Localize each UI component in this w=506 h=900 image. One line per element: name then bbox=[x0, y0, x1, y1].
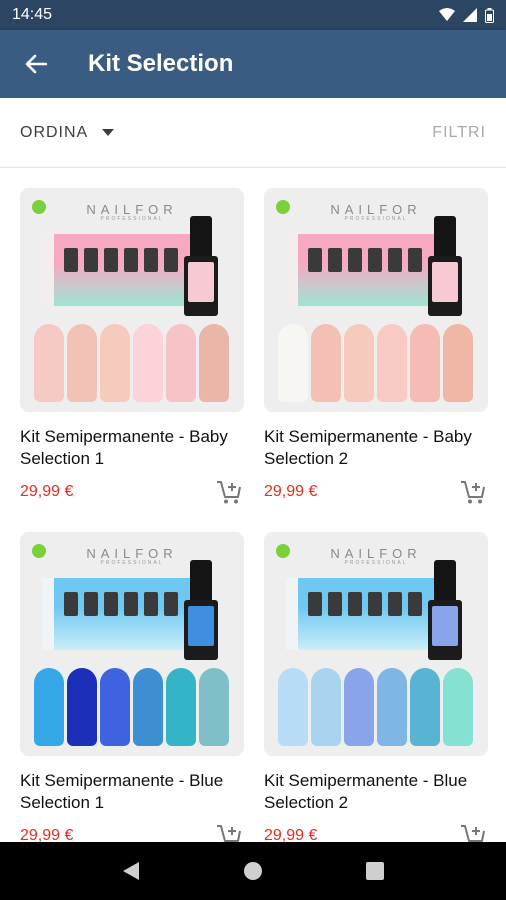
product-image[interactable]: NAILFOR PROFESSIONAL bbox=[264, 188, 488, 412]
status-icons bbox=[439, 7, 494, 23]
nail-swatches bbox=[34, 324, 229, 402]
polish-bottle bbox=[428, 560, 462, 660]
home-circle-icon[interactable] bbox=[243, 861, 263, 881]
add-shopping-cart-icon bbox=[217, 481, 241, 504]
product-price: 29,99 € bbox=[264, 483, 318, 500]
back-triangle-icon[interactable] bbox=[122, 861, 140, 881]
product-card[interactable]: NAILFOR PROFESSIONAL Kit Semipermanente … bbox=[20, 532, 244, 842]
product-name[interactable]: Kit Semipermanente - Baby Selection 1 bbox=[20, 426, 244, 470]
product-image[interactable]: NAILFOR PROFESSIONAL bbox=[20, 188, 244, 412]
product-price: 29,99 € bbox=[20, 827, 74, 842]
add-to-cart-button[interactable] bbox=[458, 478, 488, 506]
add-shopping-cart-icon bbox=[461, 825, 485, 842]
add-shopping-cart-icon bbox=[217, 825, 241, 842]
polish-bottle bbox=[428, 216, 462, 316]
product-grid: NAILFOR PROFESSIONAL Kit Semipermanente … bbox=[0, 168, 506, 842]
status-bar: 14:45 bbox=[0, 0, 506, 30]
image-brand-logo: NAILFOR bbox=[330, 546, 422, 561]
product-name[interactable]: Kit Semipermanente - Baby Selection 2 bbox=[264, 426, 488, 470]
page-title: Kit Selection bbox=[88, 50, 234, 77]
signal-icon bbox=[463, 8, 477, 22]
nail-swatches bbox=[278, 324, 473, 402]
sort-label: ORDINA bbox=[20, 123, 89, 141]
product-image[interactable]: NAILFOR PROFESSIONAL bbox=[20, 532, 244, 756]
product-card[interactable]: NAILFOR PROFESSIONAL Kit Semipermanente … bbox=[264, 188, 488, 506]
add-to-cart-button[interactable] bbox=[214, 478, 244, 506]
product-price: 29,99 € bbox=[264, 827, 318, 842]
status-time: 14:45 bbox=[12, 6, 53, 23]
wifi-icon bbox=[439, 8, 455, 21]
arrow-back-icon bbox=[25, 54, 47, 74]
caret-down-icon bbox=[102, 129, 115, 136]
product-price: 29,99 € bbox=[20, 483, 74, 500]
sort-filter-bar: ORDINA FILTRI bbox=[0, 98, 506, 168]
battery-icon bbox=[485, 7, 494, 23]
product-image[interactable]: NAILFOR PROFESSIONAL bbox=[264, 532, 488, 756]
image-brand-logo: NAILFOR bbox=[86, 546, 178, 561]
add-to-cart-button[interactable] bbox=[214, 822, 244, 842]
add-to-cart-button[interactable] bbox=[458, 822, 488, 842]
polish-bottle bbox=[184, 216, 218, 316]
product-card[interactable]: NAILFOR PROFESSIONAL Kit Semipermanente … bbox=[20, 188, 244, 506]
app-bar: Kit Selection bbox=[0, 30, 506, 98]
image-brand-logo: NAILFOR bbox=[330, 202, 422, 217]
nail-swatches bbox=[278, 668, 473, 746]
recents-square-icon[interactable] bbox=[366, 862, 385, 880]
filter-button[interactable]: FILTRI bbox=[432, 124, 486, 142]
product-name[interactable]: Kit Semipermanente - Blue Selection 1 bbox=[20, 770, 244, 814]
polish-bottle bbox=[184, 560, 218, 660]
nail-swatches bbox=[34, 668, 229, 746]
back-button[interactable] bbox=[0, 30, 72, 98]
add-shopping-cart-icon bbox=[461, 481, 485, 504]
system-nav-bar bbox=[0, 842, 506, 900]
product-card[interactable]: NAILFOR PROFESSIONAL Kit Semipermanente … bbox=[264, 532, 488, 842]
sort-dropdown[interactable]: ORDINA bbox=[20, 123, 115, 142]
image-brand-logo: NAILFOR bbox=[86, 202, 178, 217]
product-name[interactable]: Kit Semipermanente - Blue Selection 2 bbox=[264, 770, 488, 814]
